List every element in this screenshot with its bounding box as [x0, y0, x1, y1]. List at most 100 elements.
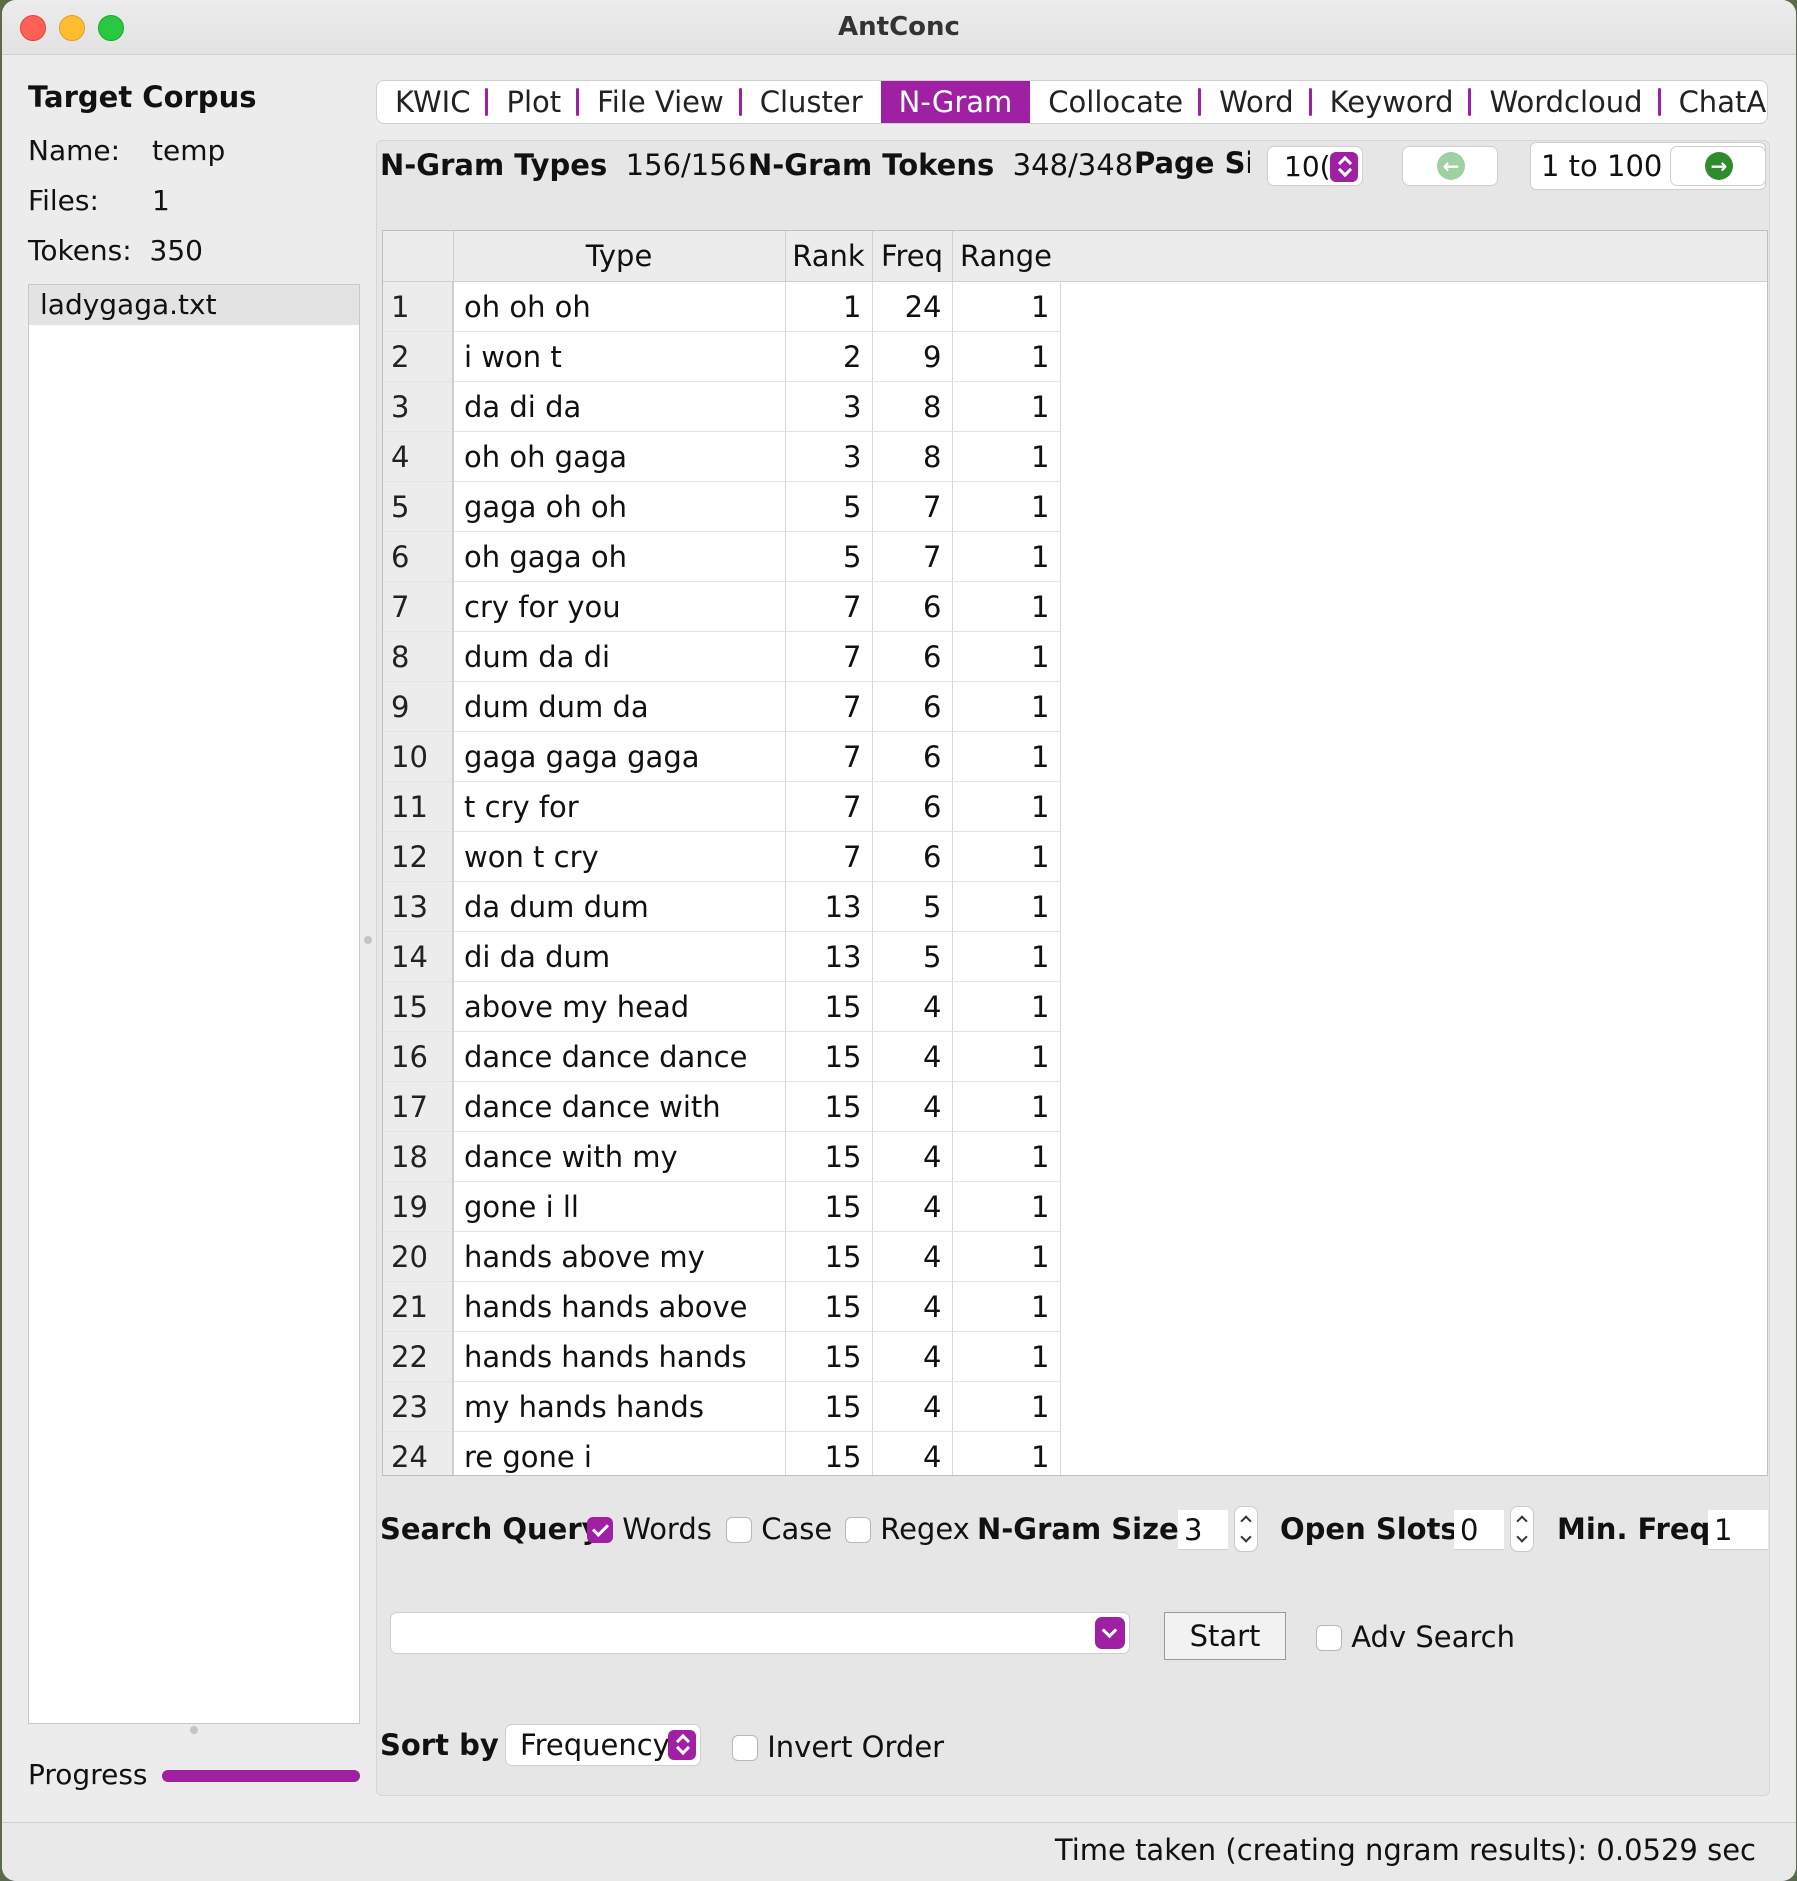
- table-row[interactable]: 15 above my head 15 4 1: [383, 981, 1061, 1032]
- tab-label: Word: [1219, 85, 1294, 119]
- tab-n-gram[interactable]: N-Gram: [880, 81, 1031, 123]
- rank-cell: 15: [785, 1231, 873, 1282]
- progress-bar-fill: [162, 1770, 360, 1782]
- ngram-results-table[interactable]: Type Rank Freq Range 1 oh oh oh 1 24 1 2 i won…: [382, 230, 1768, 1476]
- type-cell: oh oh oh: [453, 281, 786, 332]
- table-row[interactable]: 23 my hands hands 15 4 1: [383, 1381, 1061, 1432]
- row-index: 14: [383, 931, 454, 982]
- table-row[interactable]: 2i won t291: [383, 331, 1061, 382]
- table-row[interactable]: 5 gaga oh oh 5 7 1: [383, 481, 1061, 532]
- range-cell: 1: [952, 331, 1061, 382]
- tab-kwic[interactable]: KWIC: [377, 81, 489, 123]
- rank-cell: 1: [785, 281, 873, 332]
- freq-cell: 4: [872, 1181, 953, 1232]
- table-row[interactable]: 21 hands hands above 15 4 1: [383, 1281, 1061, 1332]
- rank-cell: 15: [785, 1331, 873, 1382]
- type-column-header[interactable]: Type: [453, 231, 786, 282]
- table-row[interactable]: 20 hands above my 15 4 1: [383, 1231, 1061, 1282]
- words-checkbox-box[interactable]: [587, 1517, 613, 1543]
- ngram-size-stepper[interactable]: [1234, 1506, 1258, 1552]
- start-button[interactable]: Start: [1164, 1612, 1286, 1660]
- row-index: 3: [383, 381, 454, 432]
- rank-cell: 3: [785, 431, 873, 482]
- freq-cell: 4: [872, 1131, 953, 1182]
- rank-cell: 15: [785, 1081, 873, 1132]
- tab-cluster[interactable]: Cluster: [742, 81, 881, 123]
- open-slots-stepper[interactable]: [1510, 1506, 1534, 1552]
- case-checkbox-box[interactable]: [726, 1517, 752, 1543]
- range-cell: 1: [952, 981, 1061, 1032]
- table-row[interactable]: 6 oh gaga oh 5 7 1: [383, 531, 1061, 582]
- open-slots-field[interactable]: 0: [1454, 1510, 1504, 1550]
- case-checkbox[interactable]: Case: [726, 1512, 832, 1546]
- table-row[interactable]: 14 di da dum 13 5 1: [383, 931, 1061, 982]
- min-freq-field[interactable]: 1: [1708, 1510, 1768, 1550]
- next-page-button[interactable]: →: [1670, 146, 1766, 186]
- previous-page-button[interactable]: ←: [1402, 146, 1498, 186]
- tab-keyword[interactable]: Keyword: [1312, 81, 1472, 123]
- page-range-text: 1 to 100 c: [1541, 149, 1688, 183]
- table-row[interactable]: 19 gone i ll 15 4 1: [383, 1181, 1061, 1232]
- words-checkbox-label: Words: [622, 1512, 712, 1546]
- tab-plot[interactable]: Plot: [488, 81, 580, 123]
- table-row[interactable]: 1 oh oh oh 1 24 1: [383, 281, 1061, 332]
- rank-cell: 7: [785, 731, 873, 782]
- table-row[interactable]: 22 hands hands hands 15 4 1: [383, 1331, 1061, 1382]
- table-row[interactable]: 10 gaga gaga gaga 7 6 1: [383, 731, 1061, 782]
- invert-order-checkbox-box[interactable]: [732, 1735, 758, 1761]
- table-row[interactable]: 13 da dum dum 13 5 1: [383, 881, 1061, 932]
- table-row[interactable]: 3 da di da 3 8 1: [383, 381, 1061, 432]
- row-index: 24: [383, 1431, 454, 1475]
- adv-search-checkbox[interactable]: Adv Search: [1316, 1620, 1515, 1654]
- freq-cell: 6: [872, 831, 953, 882]
- row-index: 11: [383, 781, 454, 832]
- type-cell: hands hands above: [453, 1281, 786, 1332]
- splitter-handle[interactable]: [364, 936, 372, 944]
- tab-word[interactable]: Word: [1201, 81, 1312, 123]
- search-query-input[interactable]: [390, 1612, 1130, 1654]
- freq-cell: 4: [872, 1381, 953, 1432]
- ngram-types-stat: N-Gram Types 156/156: [380, 148, 746, 182]
- table-row[interactable]: 17 dance dance with 15 4 1: [383, 1081, 1061, 1132]
- type-cell: dum da di: [453, 631, 786, 682]
- splitter-handle[interactable]: [190, 1726, 198, 1734]
- freq-column-header[interactable]: Freq: [872, 231, 953, 282]
- words-checkbox[interactable]: Words: [587, 1512, 712, 1546]
- row-index: 21: [383, 1281, 454, 1332]
- corpus-file-list[interactable]: ladygaga.txt: [28, 284, 360, 1724]
- table-row[interactable]: 16 dance dance dance 15 4 1: [383, 1031, 1061, 1082]
- range-cell: 1: [952, 831, 1061, 882]
- table-row[interactable]: 8 dum da di 7 6 1: [383, 631, 1061, 682]
- table-row[interactable]: 18 dance with my 15 4 1: [383, 1131, 1061, 1182]
- range-cell: 1: [952, 1081, 1061, 1132]
- regex-checkbox[interactable]: Regex: [845, 1512, 970, 1546]
- freq-cell: 9: [872, 331, 953, 382]
- corpus-files-row: Files: 1: [28, 184, 170, 217]
- table-row[interactable]: 9 dum dum da 7 6 1: [383, 681, 1061, 732]
- page-size-select[interactable]: 10(: [1267, 146, 1363, 186]
- range-column-header[interactable]: Range: [952, 231, 1061, 282]
- ngram-size-field[interactable]: 3: [1178, 1510, 1228, 1550]
- invert-order-checkbox[interactable]: Invert Order: [732, 1730, 944, 1764]
- type-cell: di da dum: [453, 931, 786, 982]
- tab-wordcloud[interactable]: Wordcloud: [1471, 81, 1661, 123]
- file-item[interactable]: ladygaga.txt: [29, 285, 359, 325]
- sort-by-select[interactable]: Frequency: [505, 1724, 701, 1766]
- rank-cell: 5: [785, 531, 873, 582]
- min-freq-label-text: Min. Freq: [1557, 1512, 1711, 1546]
- table-row[interactable]: 24 re gone i 15 4 1: [383, 1431, 1061, 1475]
- table-row[interactable]: 11 t cry for 7 6 1: [383, 781, 1061, 832]
- tab-chatai[interactable]: ChatAI: [1661, 81, 1767, 123]
- table-row[interactable]: 12 won t cry 7 6 1: [383, 831, 1061, 882]
- table-row[interactable]: 7 cry for you 7 6 1: [383, 581, 1061, 632]
- type-cell: above my head: [453, 981, 786, 1032]
- ngram-table: Type Rank Freq Range 1 oh oh oh 1 24 1 2 i won…: [383, 231, 1061, 1475]
- table-row[interactable]: 4 oh oh gaga 3 8 1: [383, 431, 1061, 482]
- adv-search-checkbox-box[interactable]: [1316, 1625, 1342, 1651]
- rank-column-header[interactable]: Rank: [785, 231, 873, 282]
- regex-checkbox-box[interactable]: [845, 1517, 871, 1543]
- tab-collocate[interactable]: Collocate: [1030, 81, 1202, 123]
- sort-by-label: Sort by: [380, 1728, 499, 1762]
- chevron-down-icon[interactable]: [1095, 1617, 1125, 1649]
- tab-file-view[interactable]: File View: [579, 81, 742, 123]
